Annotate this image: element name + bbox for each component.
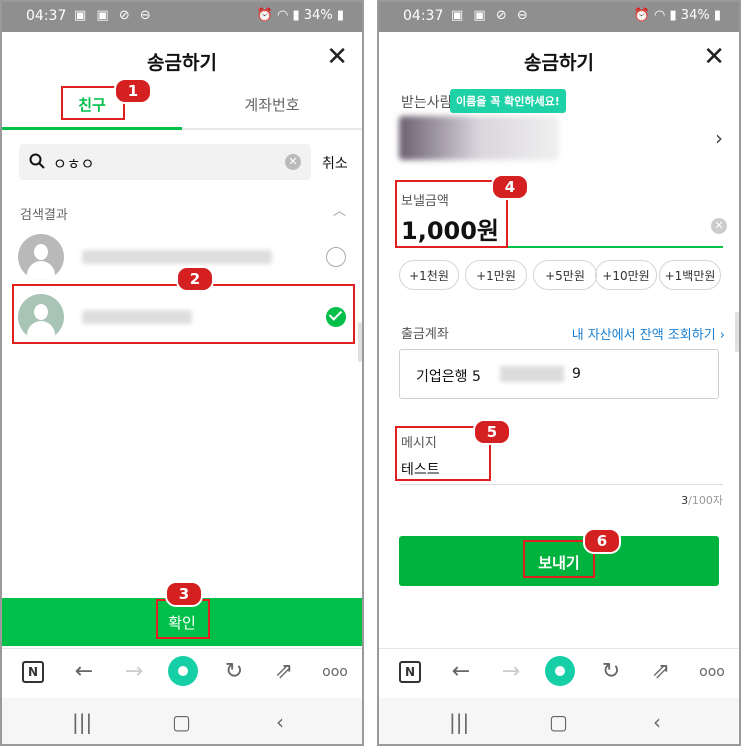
- blurred-name: [82, 250, 272, 264]
- chip-50k[interactable]: +5만원: [533, 260, 597, 290]
- home-icon[interactable]: ▢: [549, 710, 568, 734]
- back-arrow-icon[interactable]: ←: [449, 661, 473, 685]
- system-nav-bar: ||| ▢ ‹: [379, 698, 739, 744]
- cancel-button[interactable]: 취소: [322, 153, 348, 173]
- close-icon[interactable]: ✕: [326, 44, 348, 70]
- system-nav-bar: ||| ▢ ‹: [2, 698, 362, 744]
- share-icon[interactable]: ⇗: [272, 661, 296, 685]
- search-input[interactable]: ㅇㅎㅇ ✕: [19, 144, 311, 180]
- status-bar: 04:37 ▣ ▣ ⊘ ⊖ ⏰ ◠ ▮ 34% ▮: [2, 2, 362, 32]
- tab-bar: 친구 계좌번호: [2, 88, 362, 130]
- battery-level: 34%: [680, 8, 710, 23]
- naver-icon[interactable]: N: [399, 661, 421, 683]
- battery-level: 34%: [303, 8, 333, 23]
- refresh-icon[interactable]: ↻: [222, 661, 246, 685]
- search-query: ㅇㅎㅇ: [53, 155, 95, 173]
- results-label: 검색결과: [20, 208, 68, 223]
- close-icon[interactable]: ✕: [703, 44, 725, 70]
- radio-unchecked[interactable]: [326, 247, 346, 267]
- account-select[interactable]: 기업은행 5 9: [399, 349, 719, 399]
- chevron-up-icon[interactable]: ︿: [333, 200, 346, 219]
- clear-icon[interactable]: ✕: [285, 154, 301, 170]
- message-underline: [399, 484, 723, 485]
- green-dot-icon[interactable]: [545, 656, 575, 686]
- back-arrow-icon[interactable]: ←: [72, 661, 96, 685]
- char-counter: 3/100자: [681, 494, 723, 507]
- clear-icon[interactable]: ✕: [711, 218, 727, 234]
- page-title: 송금하기: [524, 52, 594, 74]
- back-icon[interactable]: ‹: [653, 710, 661, 734]
- chip-100k[interactable]: +10만원: [595, 260, 657, 290]
- account-label: 출금계좌: [401, 327, 449, 342]
- avatar: [18, 234, 64, 280]
- step-badge-1: 1: [114, 78, 152, 104]
- home-icon[interactable]: ▢: [172, 710, 191, 734]
- chip-10k[interactable]: +1만원: [465, 260, 527, 290]
- recent-apps-icon[interactable]: |||: [449, 710, 469, 734]
- more-icon[interactable]: ooo: [697, 661, 727, 685]
- account-last-digit: 9: [572, 366, 581, 382]
- notification-icons: ▣ ▣ ⊘ ⊖: [451, 8, 531, 23]
- more-icon[interactable]: ooo: [320, 661, 350, 685]
- scrollbar[interactable]: [358, 322, 362, 362]
- forward-arrow-icon[interactable]: →: [122, 661, 146, 685]
- forward-arrow-icon[interactable]: →: [499, 661, 523, 685]
- receiver-label: 받는사람: [401, 95, 453, 111]
- status-time: 04:37: [26, 8, 67, 24]
- back-icon[interactable]: ‹: [276, 710, 284, 734]
- balance-link[interactable]: 내 자산에서 잔액 조회하기 ›: [572, 324, 725, 343]
- account-mask: [500, 366, 564, 382]
- tooltip: 이름을 꼭 확인하세요!: [450, 89, 566, 113]
- header: 송금하기 ✕: [379, 32, 739, 88]
- page-title: 송금하기: [147, 52, 217, 74]
- step-badge-3: 3: [165, 581, 203, 607]
- chip-1k[interactable]: +1천원: [399, 260, 459, 290]
- blurred-receiver: [399, 116, 559, 160]
- scrollbar[interactable]: [735, 312, 739, 352]
- refresh-icon[interactable]: ↻: [599, 661, 623, 685]
- header: 송금하기 ✕: [2, 32, 362, 88]
- tab-account-number[interactable]: 계좌번호: [182, 94, 362, 115]
- step-badge-2: 2: [176, 266, 214, 292]
- browser-toolbar: N ← → ↻ ⇗ ooo: [2, 648, 362, 697]
- chevron-right-icon[interactable]: ›: [715, 126, 723, 150]
- chip-1m[interactable]: +1백만원: [659, 260, 721, 290]
- system-icons: ⏰ ◠ ▮ 34% ▮: [633, 8, 721, 23]
- step-badge-6: 6: [583, 528, 621, 554]
- tab-underline: [2, 127, 182, 130]
- system-icons: ⏰ ◠ ▮ 34% ▮: [256, 8, 344, 23]
- account-bank: 기업은행 5: [416, 369, 481, 385]
- green-dot-icon[interactable]: [168, 656, 198, 686]
- recent-apps-icon[interactable]: |||: [72, 710, 92, 734]
- step-badge-4: 4: [491, 174, 529, 200]
- step-badge-5: 5: [473, 419, 511, 445]
- browser-toolbar: N ← → ↻ ⇗ ooo: [379, 648, 739, 697]
- callout-box-2: [12, 284, 355, 344]
- naver-icon[interactable]: N: [22, 661, 44, 683]
- search-icon: [29, 153, 45, 169]
- notification-icons: ▣ ▣ ⊘ ⊖: [74, 8, 154, 23]
- share-icon[interactable]: ⇗: [649, 661, 673, 685]
- status-time: 04:37: [403, 8, 444, 24]
- status-bar: 04:37 ▣ ▣ ⊘ ⊖ ⏰ ◠ ▮ 34% ▮: [379, 2, 739, 32]
